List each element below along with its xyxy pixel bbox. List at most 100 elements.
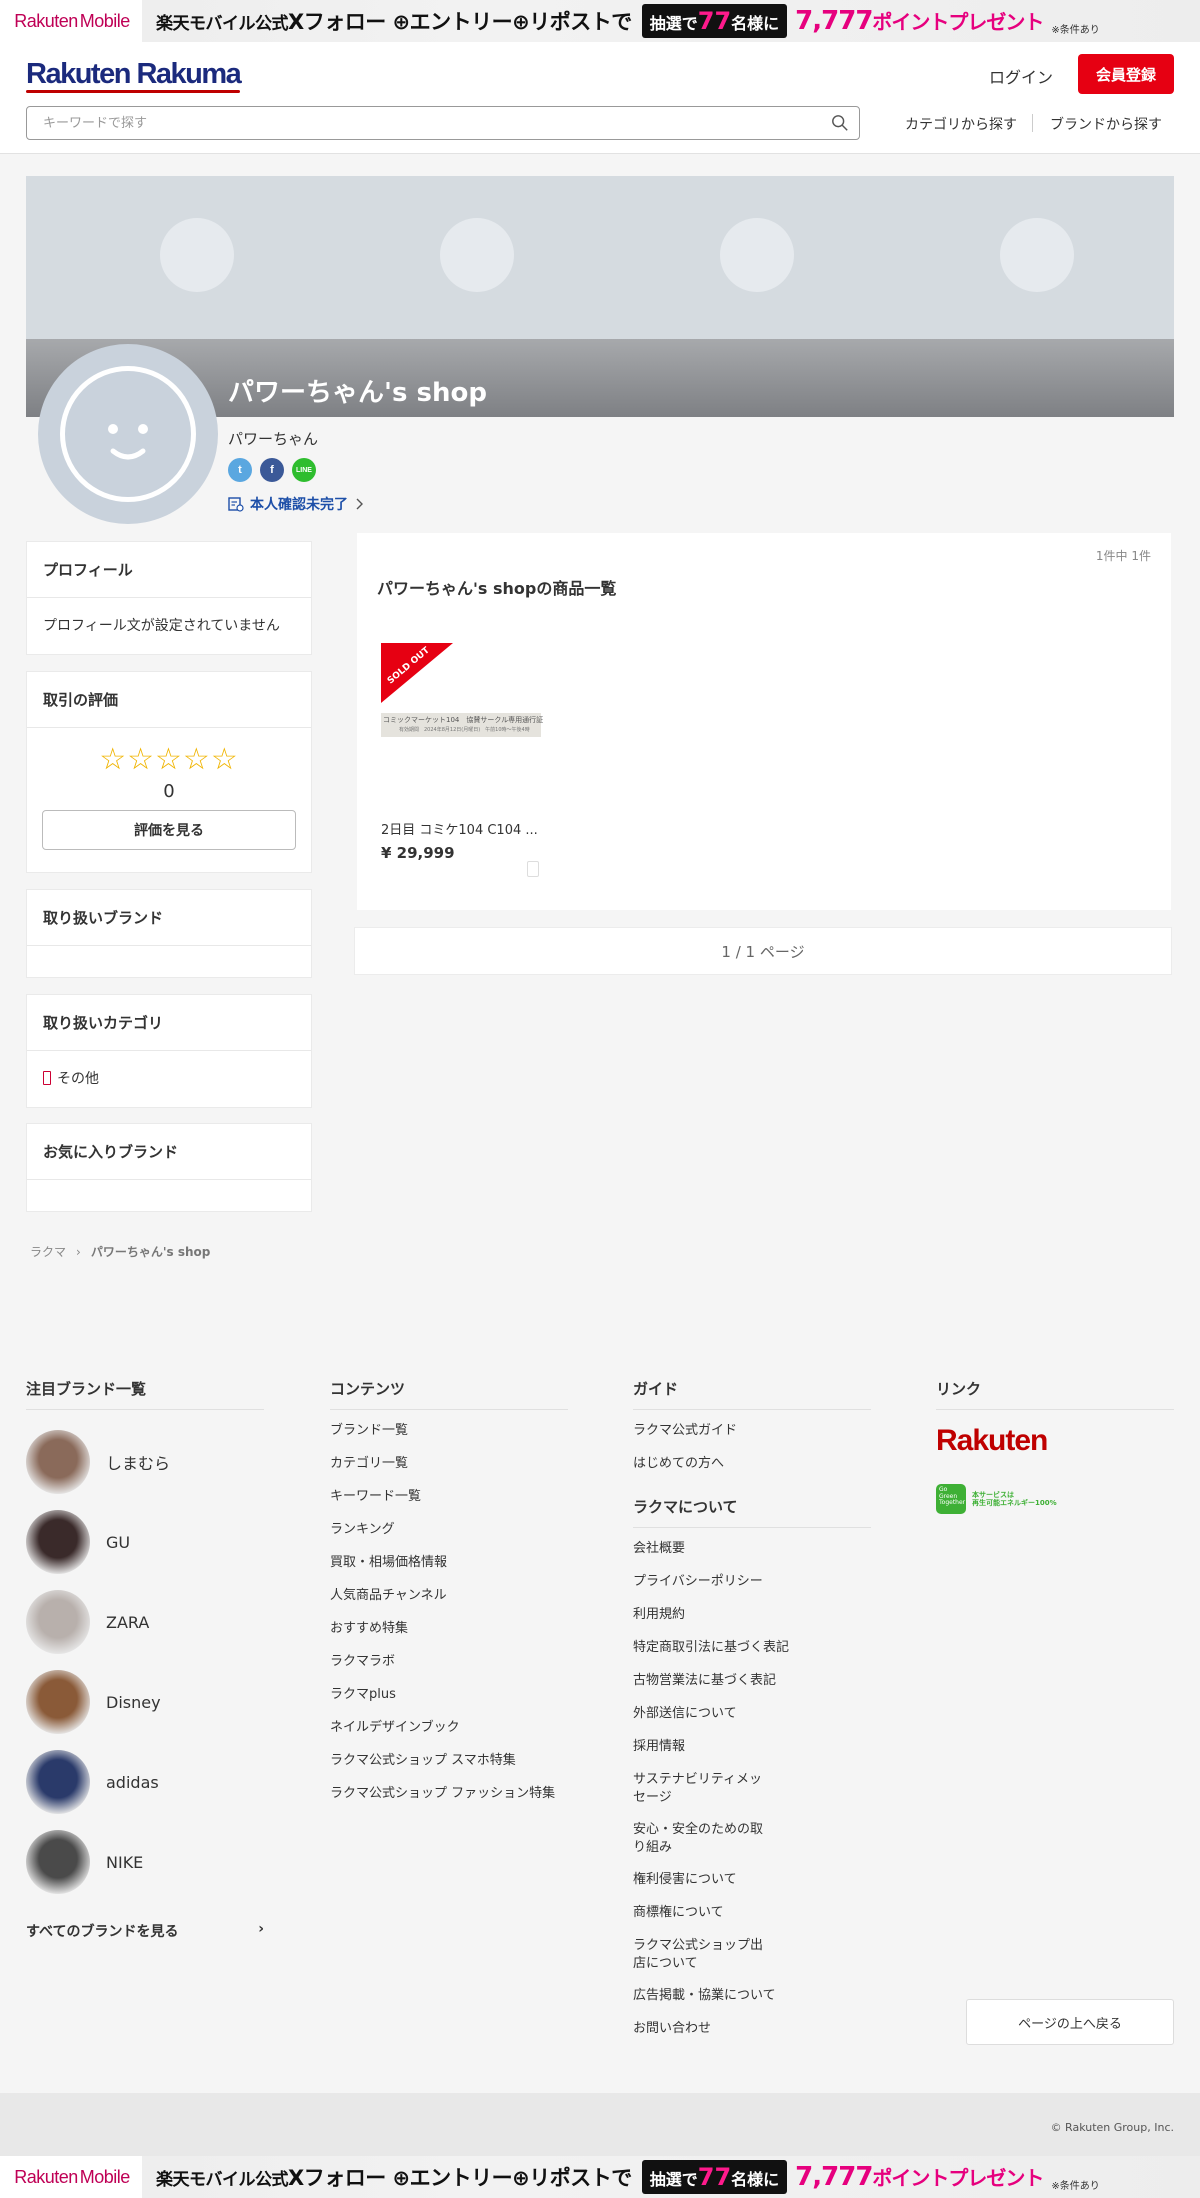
footer-link[interactable]: 採用情報	[633, 1738, 871, 1771]
promo-repost: リポストで	[529, 10, 632, 34]
product-image[interactable]: コミックマーケット104 協賛サークル専用通行証 有効期間 2024年8月12日…	[381, 643, 543, 803]
verification-status[interactable]: 本人確認未完了	[228, 494, 364, 514]
footer-link[interactable]: 安心・安全のための取り組み	[633, 1821, 763, 1871]
footer-link[interactable]: 買取・相場価格情報	[330, 1554, 568, 1587]
promo-points: 7,777ポイントプレゼント	[795, 6, 1044, 36]
plus-icon: ⊕	[392, 2166, 411, 2190]
footer-link[interactable]: 商標権について	[633, 1904, 871, 1937]
footer-link[interactable]: 特定商取引法に基づく表記	[633, 1639, 871, 1672]
brands-title: 取り扱いブランド	[27, 890, 311, 946]
footer-link[interactable]: カテゴリ一覧	[330, 1455, 568, 1488]
line-icon[interactable]: LINE	[292, 458, 316, 482]
footer-bar: © Rakuten Group, Inc.	[0, 2093, 1200, 2156]
brand-item[interactable]: ZARA	[26, 1582, 264, 1662]
social-share: t f LINE	[228, 458, 316, 482]
footer-link[interactable]: はじめての方へ	[633, 1455, 871, 1488]
breadcrumb-home[interactable]: ラクマ	[30, 1243, 66, 1260]
brand-name: NIKE	[106, 1852, 144, 1872]
promo-brand: Rakuten	[14, 2166, 78, 2187]
facebook-icon[interactable]: f	[260, 458, 284, 482]
promo-lotto: 抽選で77名様に	[641, 4, 788, 38]
brand-item[interactable]: しまむら	[26, 1422, 264, 1502]
nav-category-link[interactable]: カテゴリから探す	[905, 114, 1017, 134]
brand-name: adidas	[106, 1772, 159, 1792]
rating-count: 0	[163, 781, 175, 802]
brand-item[interactable]: GU	[26, 1502, 264, 1582]
footer-link[interactable]: 利用規約	[633, 1606, 871, 1639]
category-item[interactable]: その他	[27, 1051, 311, 1088]
promo-entry: エントリー	[409, 2166, 513, 2190]
footer-link[interactable]: おすすめ特集	[330, 1620, 568, 1653]
login-link[interactable]: ログイン	[989, 64, 1053, 88]
search-input[interactable]	[27, 107, 807, 139]
footer-link[interactable]: ラクマplus	[330, 1686, 568, 1719]
result-count: 1件中 1件	[1095, 549, 1151, 563]
rating-stars: ☆☆☆☆☆	[99, 742, 239, 777]
footer-link[interactable]: ラクマラボ	[330, 1653, 568, 1686]
footer-link[interactable]: ラクマ公式ショップ出店について	[633, 1937, 763, 1987]
favorite-brands-title: お気に入りブランド	[27, 1124, 311, 1180]
eco-badge: Go Green Together	[936, 1484, 966, 1514]
product-list-title: パワーちゃん's shopの商品一覧	[377, 579, 617, 598]
brand-name: Disney	[106, 1692, 161, 1712]
promo-banner-top[interactable]: Rakuten Mobile 楽天モバイル公式Xフォロー ⊕エントリー⊕リポストで…	[0, 0, 1200, 42]
footer-guide-title: ガイド	[633, 1378, 871, 1410]
twitter-icon[interactable]: t	[228, 458, 252, 482]
cover-pattern	[720, 218, 794, 292]
footer-link[interactable]: 人気商品チャンネル	[330, 1587, 568, 1620]
all-brands-link[interactable]: すべてのブランドを見る ›	[26, 1921, 264, 1941]
register-button[interactable]: 会員登録	[1078, 54, 1174, 94]
footer-link[interactable]: キーワード一覧	[330, 1488, 568, 1521]
rakuma-logo[interactable]: Rakuten Rakuma	[26, 58, 242, 93]
footer-link[interactable]: プライバシーポリシー	[633, 1573, 871, 1606]
promo-lotto-suffix: 名様に	[731, 14, 780, 33]
renewable-energy-badge[interactable]: Go Green Together 本サービスは 再生可能エネルギー100%	[936, 1484, 1174, 1514]
footer-link[interactable]: ネイルデザインブック	[330, 1719, 568, 1752]
footer-link[interactable]: ブランド一覧	[330, 1422, 568, 1455]
product-price: ¥ 29,999	[381, 844, 455, 862]
rakuten-mobile-logo: Rakuten Mobile	[0, 0, 142, 42]
promo-text-prefix: 楽天モバイル公式	[156, 14, 289, 34]
promo-brand: Rakuten	[14, 10, 78, 31]
brand-item[interactable]: NIKE	[26, 1822, 264, 1902]
rakuten-logo[interactable]: Rakuten	[936, 1424, 1174, 1458]
footer-link[interactable]: 古物営業法に基づく表記	[633, 1672, 871, 1705]
footer-link[interactable]: ラクマ公式ガイド	[633, 1422, 871, 1455]
verification-label: 本人確認未完了	[250, 497, 348, 513]
footer-link[interactable]: 会社概要	[633, 1540, 871, 1573]
favorite-brands-card: お気に入りブランド	[26, 1123, 312, 1212]
brand-item[interactable]: Disney	[26, 1662, 264, 1742]
breadcrumb-separator: ›	[76, 1244, 81, 1259]
search-box[interactable]	[26, 106, 860, 140]
rating-card: 取引の評価 ☆☆☆☆☆ 0 評価を見る	[26, 671, 312, 873]
footer-link[interactable]: お問い合わせ	[633, 2020, 871, 2053]
product-name[interactable]: 2日目 コミケ104 C104 ...	[381, 819, 541, 838]
pagination: 1 / 1 ページ	[354, 927, 1172, 975]
breadcrumb-current: パワーちゃん's shop	[90, 1245, 211, 1259]
promo-banner-bottom[interactable]: Rakuten Mobile 楽天モバイル公式Xフォロー ⊕エントリー⊕リポストで…	[0, 2156, 1200, 2198]
nav-brand-link[interactable]: ブランドから探す	[1050, 114, 1162, 134]
footer-contents-title: コンテンツ	[330, 1378, 568, 1410]
product-card[interactable]: コミックマーケット104 協賛サークル専用通行証 有効期間 2024年8月12日…	[381, 643, 543, 877]
footer-link[interactable]: 外部送信について	[633, 1705, 871, 1738]
view-reviews-button[interactable]: 評価を見る	[42, 810, 296, 850]
cover-pattern	[440, 218, 514, 292]
footer-link[interactable]: ラクマ公式ショップ ファッション特集	[330, 1785, 568, 1829]
back-to-top-button[interactable]: ページの上へ戻る	[966, 1999, 1174, 2045]
brand-thumbnail	[26, 1590, 90, 1654]
promo-text-prefix: 楽天モバイル公式	[156, 2170, 289, 2190]
footer-link[interactable]: ランキング	[330, 1521, 568, 1554]
owner-name: パワーちゃん	[228, 430, 319, 448]
avatar-face	[60, 366, 196, 502]
rating-title: 取引の評価	[27, 672, 311, 728]
footer-link[interactable]: 広告掲載・協業について	[633, 1987, 871, 2020]
brand-item[interactable]: adidas	[26, 1742, 264, 1822]
breadcrumb: ラクマ › パワーちゃん's shop	[30, 1243, 210, 1260]
promo-brand-suffix: Mobile	[79, 10, 131, 31]
footer-link[interactable]: 権利侵害について	[633, 1871, 871, 1904]
footer-link[interactable]: ラクマ公式ショップ スマホ特集	[330, 1752, 568, 1785]
bookmark-icon[interactable]	[527, 861, 539, 877]
footer-link[interactable]: サステナビリティメッセージ	[633, 1771, 763, 1821]
search-icon[interactable]	[831, 114, 849, 132]
promo-points-num: 7,777	[795, 6, 873, 36]
